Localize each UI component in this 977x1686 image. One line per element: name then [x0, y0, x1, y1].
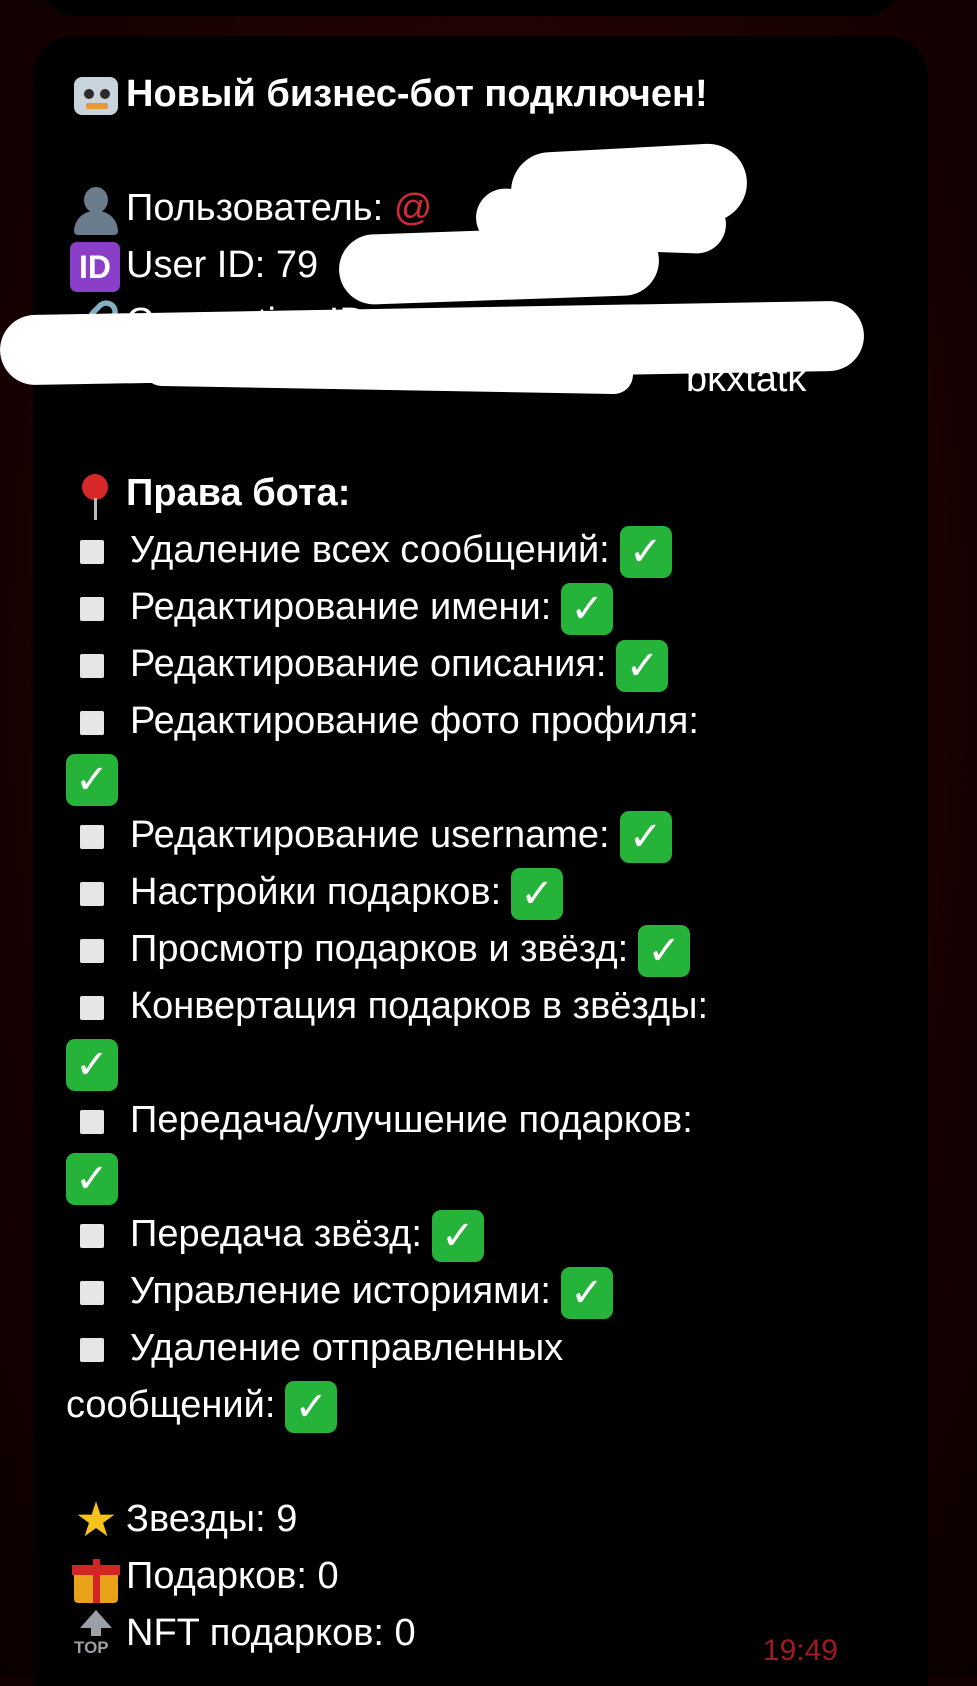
list-item: Редактирование username: ✓ [66, 807, 916, 864]
check-mark-icon: ✓ [561, 582, 614, 635]
check-mark-icon: ✓ [619, 525, 672, 578]
square-bullet-icon [80, 995, 104, 1020]
star-icon: ★ [74, 1494, 118, 1548]
right-label-wrap: сообщений: [66, 1384, 276, 1426]
right-label: Передача/улучшение подарков: [130, 1099, 693, 1141]
list-item: Редактирование описания: ✓ [66, 636, 916, 693]
square-bullet-icon [80, 938, 104, 963]
robot-icon [66, 67, 126, 124]
check-mark-icon: ✓ [431, 1209, 484, 1262]
right-label: Удаление всех сообщений: [130, 529, 610, 571]
list-item: Управление историями: ✓ [66, 1263, 916, 1320]
right-label: Просмотр подарков и звёзд: [130, 928, 629, 970]
list-item-wrap: сообщений: ✓ [66, 1377, 916, 1434]
previous-message-bubble [40, 0, 900, 16]
list-item: Передача/улучшение подарков: [66, 1092, 916, 1149]
square-bullet-icon [80, 881, 104, 906]
right-label: Редактирование username: [130, 814, 610, 856]
check-mark-icon: ✓ [561, 1266, 613, 1319]
list-item: Редактирование имени: ✓ [66, 579, 916, 636]
right-label: Редактирование имени: [130, 586, 552, 628]
gift-icon [66, 1549, 126, 1606]
check-mark-icon: ✓ [511, 867, 564, 920]
redaction-mark [337, 224, 661, 306]
title-text: Новый бизнес-бот подключен! [126, 73, 708, 115]
square-bullet-icon [80, 710, 104, 735]
list-item: Удаление всех сообщений: ✓ [66, 522, 916, 579]
square-bullet-icon [80, 1109, 104, 1134]
list-item-wrap: ✓ [66, 750, 916, 807]
user-label: Пользователь: [126, 187, 394, 229]
pushpin-icon [66, 466, 126, 523]
right-label: Редактирование фото профиля: [130, 700, 699, 742]
square-bullet-icon [80, 653, 104, 678]
user-id-text: User ID: 79 [126, 244, 319, 286]
square-bullet-icon [80, 1280, 104, 1305]
message-bubble[interactable]: Новый бизнес-бот подключен! Пользователь… [0, 36, 928, 1686]
right-label: Управление историями: [130, 1270, 551, 1312]
stars-line: ★ Звезды: 9 [66, 1491, 916, 1548]
stars-text: Звезды: 9 [126, 1498, 298, 1540]
rights-title: Права бота: [66, 465, 916, 522]
list-item: Просмотр подарков и звёзд: ✓ [66, 921, 916, 978]
check-mark-icon: ✓ [285, 1380, 338, 1433]
check-mark-icon: ✓ [638, 924, 691, 977]
list-item: Конвертация подарков в звёзды: [66, 978, 916, 1035]
list-item: Передача звёзд: ✓ [66, 1206, 916, 1263]
check-mark-icon: ✓ [66, 1152, 118, 1205]
check-mark-icon: ✓ [66, 753, 118, 806]
right-label: Редактирование описания: [130, 643, 607, 685]
gifts-line: Подарков: 0 [66, 1548, 916, 1605]
nft-text: NFT подарков: 0 [126, 1612, 416, 1654]
right-label: Передача звёзд: [130, 1213, 422, 1255]
square-bullet-icon [80, 824, 104, 849]
list-item: Настройки подарков: ✓ [66, 864, 916, 921]
user-mention-link[interactable]: @ [394, 187, 433, 229]
right-label: Конвертация подарков в звёзды: [130, 985, 709, 1027]
right-label: Настройки подарков: [130, 871, 502, 913]
check-mark-icon: ✓ [66, 1038, 118, 1091]
rights-title-text: Права бота: [126, 472, 351, 514]
list-item: Удаление отправленных [66, 1320, 916, 1377]
gifts-text: Подарков: 0 [126, 1555, 339, 1597]
right-label: Удаление отправленных [130, 1327, 564, 1369]
message-title: Новый бизнес-бот подключен! [66, 66, 916, 123]
list-item-wrap: ✓ [66, 1149, 916, 1206]
id-icon: ID [70, 241, 120, 292]
message-timestamp: 19:49 [762, 1634, 838, 1667]
square-bullet-icon [80, 1223, 104, 1248]
list-item: Редактирование фото профиля: [66, 693, 916, 750]
square-bullet-icon [80, 1337, 104, 1362]
list-item-wrap: ✓ [66, 1035, 916, 1092]
square-bullet-icon [80, 596, 104, 621]
top-arrow-icon: TOP [66, 1606, 126, 1663]
check-mark-icon: ✓ [619, 810, 672, 863]
square-bullet-icon [80, 539, 104, 564]
bust-icon [66, 181, 126, 238]
check-mark-icon: ✓ [616, 639, 669, 692]
